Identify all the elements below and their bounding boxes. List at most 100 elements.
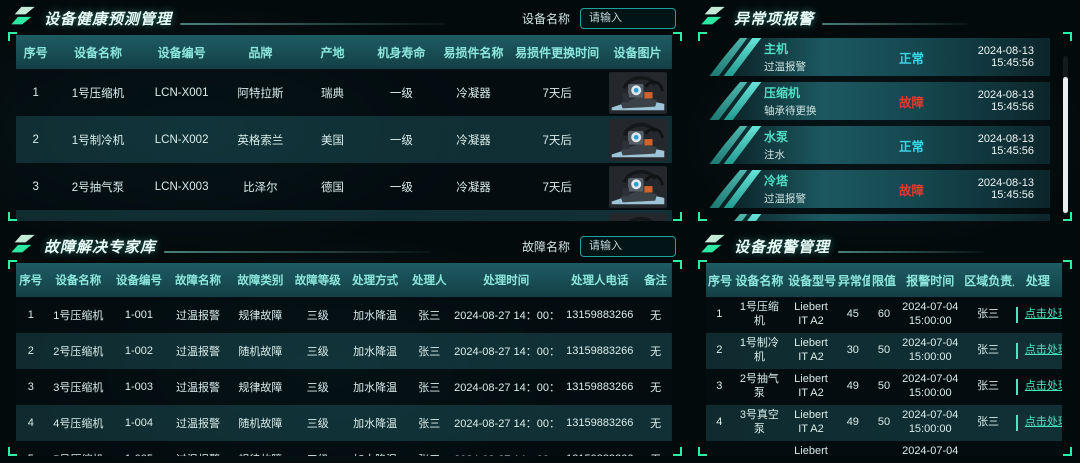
column-header: 处理方式 <box>352 275 399 287</box>
device-name-search-input[interactable] <box>580 7 676 29</box>
alarm-list-item: 压缩机 轴承待更换 故障 2024-08-13 15:45:56 <box>708 82 1050 120</box>
cell-action: 点击处理 <box>1014 405 1062 441</box>
cell-code: LCN-X003 <box>154 180 209 193</box>
alarm-list-item: 冷塔 过温报警 故障 2024-08-13 15:45:56 <box>708 170 1050 208</box>
table-row: 2 2号压缩机 1-002 过温报警 随机故障 三级 加水降温 张三 2024-08-27 14… <box>16 333 672 369</box>
cell-method: 加水降温 <box>353 418 398 430</box>
panel-logo-icon <box>700 6 726 31</box>
cell-seq <box>706 441 733 456</box>
cell-model: Liebert IT A2 <box>794 301 828 327</box>
equipment-photo <box>608 118 667 161</box>
health-table: 序号 设备名称 设备编号 品牌 产地 机身寿命 易损件名称 易损件更换时间 设备图片 1 1号压缩… <box>16 35 672 221</box>
table-row: 4 3号真空泵 Liebert IT A2 49 50 2024-07-04 15:00:… <box>706 405 1062 441</box>
alarm-description: 过温报警 <box>764 193 806 205</box>
equipment-photo-cell <box>603 116 672 163</box>
cell-note: 无 <box>639 441 672 456</box>
column-header: 处理人 <box>411 275 447 287</box>
corner-bracket <box>673 447 682 456</box>
cell-value: 30 <box>846 344 859 357</box>
search-label: 故障名称 <box>521 239 570 254</box>
cell-seq: 1 <box>32 86 39 99</box>
cell-model: Liebert IT A2 <box>794 337 828 363</box>
column-header: 序号 <box>708 273 733 288</box>
search-group: 设备名称 <box>522 7 676 29</box>
cell-note: 无 <box>650 310 662 322</box>
table-row: 2 1号制冷机 LCN-X002 英格索兰 美国 一级 冷凝器 7天后 <box>16 116 672 163</box>
cell-time: 2024-08-27 14：00：00 <box>454 310 561 322</box>
alarm-status-badge: 故障 <box>899 95 925 110</box>
column-header: 易损件更换时间 <box>515 45 600 60</box>
cell-name: 1号压缩机 <box>53 310 104 322</box>
equipment-photo <box>608 71 667 114</box>
alarm-device-name: 水泵 <box>764 130 789 144</box>
column-header: 异常值 <box>837 273 870 288</box>
table-row: Liebert IT A2 2024-07-04 15:00:00 <box>706 441 1062 456</box>
panel-body: 序号 设备名称 设备编号 故障名称 故障类别 故障等级 处理方式 处理人 处理时间 处理人电话 备注… <box>8 260 682 456</box>
cell-level: 三级 <box>306 382 329 394</box>
column-header: 设备名称 <box>735 273 784 288</box>
cell-replace_time: 7天后 <box>542 134 572 147</box>
panel-abnormal-alarms: 异常项报警 主机 过温报警 正常 2024-08-13 15:45:56 压缩机 轴承待更… <box>690 0 1080 228</box>
cell-code: LCN-X002 <box>154 133 209 146</box>
cell-limit <box>870 441 898 456</box>
cell-phone: 13159883266 <box>560 441 639 456</box>
cell-origin: 瑞典 <box>321 87 344 100</box>
fault-name-search-input[interactable] <box>580 235 676 257</box>
cell-handler: 张三 <box>418 382 441 394</box>
equipment-photo <box>608 212 667 221</box>
cell-value: 45 <box>846 308 859 321</box>
cell-life: 一级 <box>389 134 413 147</box>
cell-note: 无 <box>650 346 662 358</box>
cell-owner: 张三 <box>977 380 1000 393</box>
column-header: 设备型号 <box>788 273 836 288</box>
panel-expert-library: 故障解决专家库 故障名称 序号设备名称设备编号故障名称故障类别故障等级处理方式处… <box>0 228 690 463</box>
cell-replace_time: 7天后 <box>542 181 572 194</box>
cell-value <box>836 441 870 456</box>
alarm-device-name: 压缩机 <box>764 86 801 100</box>
cell-name: 5号压缩机 <box>46 441 112 456</box>
cell-name <box>733 441 786 456</box>
cell-code <box>141 210 223 221</box>
handle-alarm-button[interactable]: 点击处理 <box>1015 306 1062 324</box>
corner-bracket <box>8 260 17 269</box>
cell-name <box>55 210 140 221</box>
column-header: 易损件名称 <box>443 45 504 60</box>
diagonal-stripe-icon <box>708 214 752 221</box>
alarm-text: 主机 过温报警 <box>764 40 884 74</box>
scrollbar-thumb[interactable] <box>1063 76 1068 214</box>
cell-code: 1-002 <box>124 345 154 357</box>
alarm-list-item: 主机 过温报警 正常 2024-08-13 15:45:56 <box>708 38 1050 76</box>
handle-alarm-button[interactable]: 点击处理 <box>1015 378 1062 396</box>
cell-code: LCN-X001 <box>154 86 209 99</box>
title-underline <box>180 23 447 25</box>
cell-fault: 过温报警 <box>176 382 221 394</box>
panel-title: 设备报警管理 <box>734 238 831 256</box>
column-header: 处理时间 <box>483 275 530 287</box>
cell-part <box>436 210 511 221</box>
cell-fault: 过温报警 <box>167 441 229 456</box>
cell-seq: 2 <box>716 344 723 357</box>
cell-replace_time: 7天后 <box>542 87 572 100</box>
handle-alarm-button[interactable]: 点击处理 <box>1015 414 1062 432</box>
table-row: 4 4号压缩机 1-004 过温报警 随机故障 三级 加水降温 张三 2024-08-27 14… <box>16 405 672 441</box>
alarm-timestamp: 2024-08-13 15:45:56 <box>977 45 1034 69</box>
cell-value: 49 <box>846 416 859 429</box>
cell-replace_time <box>511 210 603 221</box>
cell-time: 2024-07-04 15:00:00 <box>902 301 959 327</box>
cell-value: 49 <box>846 380 859 393</box>
column-header: 报警时间 <box>906 273 955 288</box>
cell-category: 规律故障 <box>229 441 291 456</box>
cell-life: 一级 <box>389 181 413 194</box>
panel-logo-icon <box>10 6 36 31</box>
handle-alarm-button[interactable]: 点击处理 <box>1015 342 1062 360</box>
equipment-photo-cell <box>603 163 672 210</box>
cell-owner: 张三 <box>977 344 1000 357</box>
alarm-list-item: 换热机 <box>708 214 1050 221</box>
cell-level: 三级 <box>291 441 343 456</box>
alarm-timestamp: 2024-08-13 15:45:56 <box>977 177 1034 201</box>
table-row: 55号压缩机1-005过温报警规律故障三级加水降温张三2024-08-27 14… <box>16 441 672 456</box>
cell-name: 3号压缩机 <box>53 382 104 394</box>
corner-bracket <box>1063 212 1072 221</box>
cell-model: Liebert IT A2 <box>794 409 828 435</box>
cell-handler: 张三 <box>406 441 452 456</box>
